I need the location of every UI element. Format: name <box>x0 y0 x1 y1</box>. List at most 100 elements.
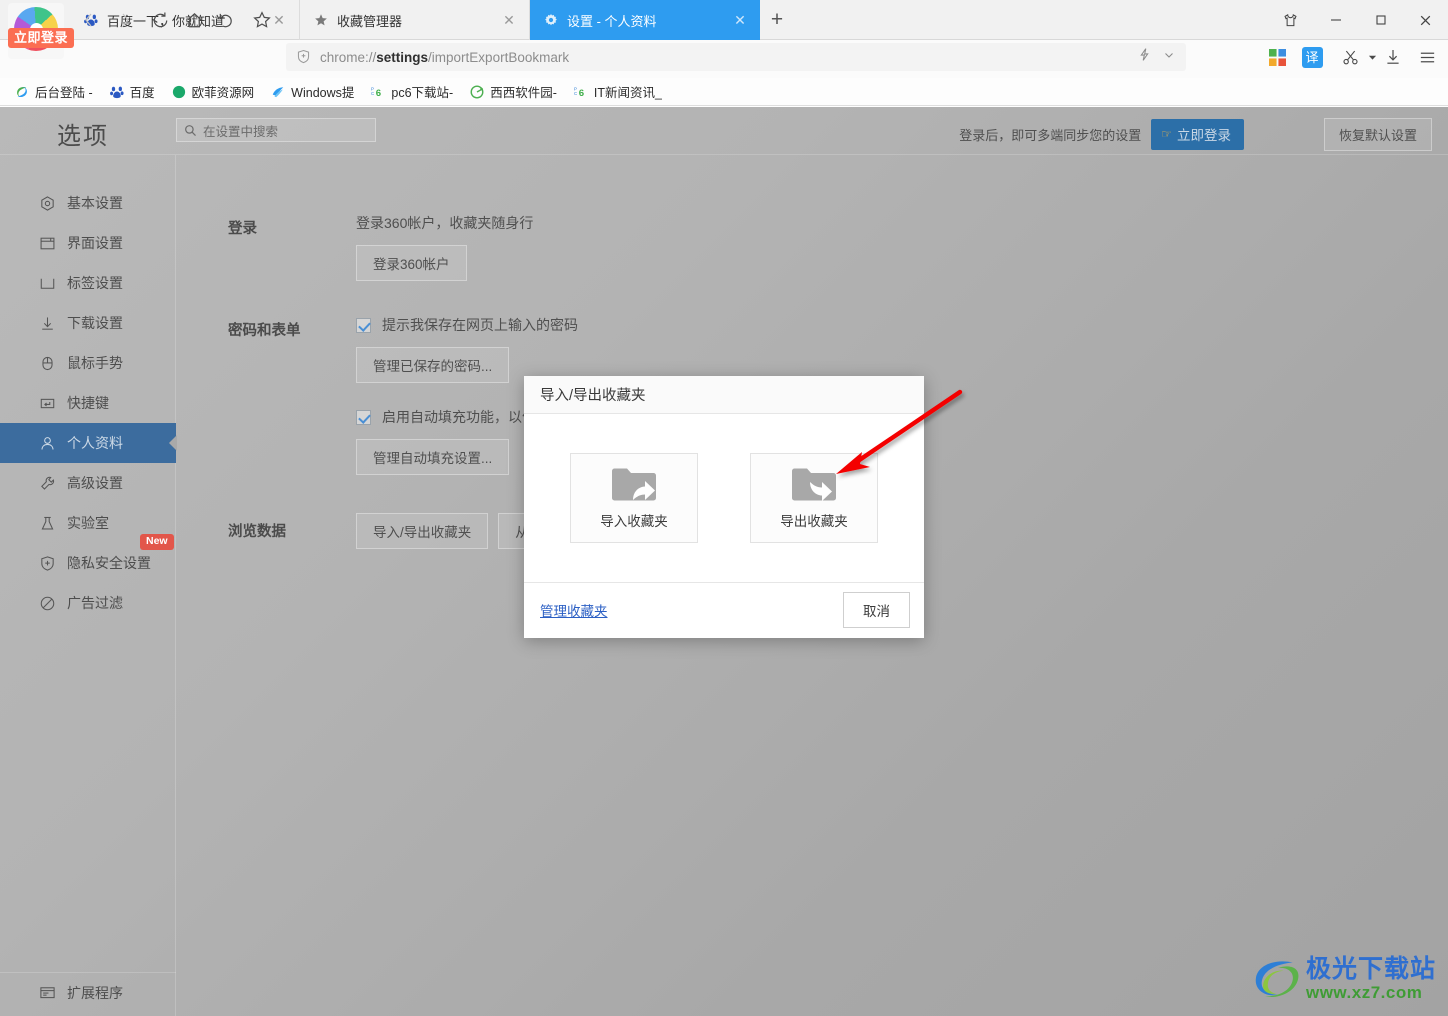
manage-saved-passwords-button[interactable]: 管理已保存的密码... <box>356 347 509 383</box>
menu-icon[interactable] <box>1414 44 1440 70</box>
manage-autofill-settings-button[interactable]: 管理自动填充设置... <box>356 439 509 475</box>
reload-button[interactable] <box>149 9 171 31</box>
shield-plus-icon <box>296 49 312 65</box>
bookmark-star-button[interactable] <box>251 9 273 31</box>
section-login-label: 登录 <box>228 217 257 238</box>
home-button[interactable] <box>183 9 205 31</box>
sidebar-item-2[interactable]: 标签设置 <box>0 263 176 303</box>
checkbox-save-passwords[interactable] <box>356 318 371 333</box>
tab-close-icon[interactable]: ✕ <box>271 12 287 28</box>
reset-defaults-button[interactable]: 恢复默认设置 <box>1324 118 1432 151</box>
checkbox-row-save-passwords[interactable]: 提示我保存在网页上输入的密码 <box>356 315 578 335</box>
settings-header-right: 登录后，即可多端同步您的设置 ☞ 立即登录 恢复默认设置 <box>959 118 1448 151</box>
sidebar-item-label: 高级设置 <box>67 473 123 493</box>
svg-text:C: C <box>371 90 374 95</box>
sidebar-item-label: 鼠标手势 <box>67 353 123 373</box>
mouse-icon <box>38 354 56 372</box>
page-title: 选项 <box>57 116 109 151</box>
sidebar-item-1[interactable]: 界面设置 <box>0 223 176 263</box>
new-badge: New <box>140 534 174 550</box>
keyboard-icon <box>38 394 56 412</box>
gear-icon <box>543 12 559 28</box>
export-bookmarks-label: 导出收藏夹 <box>780 510 848 530</box>
window-icon <box>38 234 56 252</box>
login-badge[interactable]: 立即登录 <box>8 28 74 48</box>
login-360-account-button[interactable]: 登录360帐户 <box>356 245 467 281</box>
flask-icon <box>38 514 56 532</box>
new-tab-button[interactable]: + <box>765 9 789 33</box>
import-export-bookmarks-button[interactable]: 导入/导出收藏夹 <box>356 513 488 549</box>
forward-button[interactable] <box>114 9 136 31</box>
export-bookmarks-choice[interactable]: 导出收藏夹 <box>750 453 878 543</box>
lightning-icon[interactable] <box>1137 47 1152 67</box>
bookmarks-bar: 后台登陆 - 百度欧菲资源网 Windows提 PC6pc6下载站- 西西软件园- PC6… <box>0 78 1448 106</box>
tab-list: 百度一下，你就知道✕收藏管理器✕设置 - 个人资料✕ <box>70 0 760 40</box>
tab-icon <box>38 274 56 292</box>
restore-button[interactable] <box>216 9 238 31</box>
sidebar-item-6[interactable]: 个人资料 <box>0 423 176 463</box>
dialog-cancel-button[interactable]: 取消 <box>843 592 910 628</box>
windows-apps-icon[interactable] <box>1264 44 1290 70</box>
translate-icon[interactable]: 译 <box>1299 44 1325 70</box>
sidebar-item-0[interactable]: 基本设置 <box>0 183 176 223</box>
address-bar[interactable]: chrome://settings/importExportBookmark <box>286 43 1186 71</box>
login-now-button[interactable]: ☞ 立即登录 <box>1151 119 1244 150</box>
sidebar-item-label: 广告过滤 <box>67 593 123 613</box>
bookmark-item-0[interactable]: 后台登陆 - <box>10 80 97 103</box>
browser-tab-2[interactable]: 设置 - 个人资料✕ <box>530 0 760 40</box>
pc6-icon: PC6 <box>370 84 386 100</box>
watermark-url: www.xz7.com <box>1306 984 1436 1001</box>
sidebar-item-5[interactable]: 快捷键 <box>0 383 176 423</box>
sidebar-item-3[interactable]: 下载设置 <box>0 303 176 343</box>
url-text: chrome://settings/importExportBookmark <box>320 50 569 65</box>
svg-text:C: C <box>574 90 577 95</box>
bookmark-item-5[interactable]: 西西软件园- <box>465 80 561 103</box>
back-button[interactable] <box>78 9 100 31</box>
browser-tab-1[interactable]: 收藏管理器✕ <box>300 0 530 40</box>
bookmark-label: 西西软件园- <box>490 82 557 101</box>
skin-tshirt-icon[interactable] <box>1268 0 1313 40</box>
bookmark-item-1[interactable]: 百度 <box>105 80 159 103</box>
sidebar-item-label: 标签设置 <box>67 273 123 293</box>
import-bookmarks-choice[interactable]: 导入收藏夹 <box>570 453 698 543</box>
section-browsing-data-label: 浏览数据 <box>228 520 286 541</box>
sidebar-item-extensions[interactable]: 扩展程序 <box>0 972 176 1006</box>
svg-text:6: 6 <box>579 88 584 99</box>
bookmark-label: 后台登陆 - <box>35 82 93 101</box>
sidebar-item-label: 实验室 <box>67 513 109 533</box>
minimize-icon[interactable] <box>1313 0 1358 40</box>
section-login-description: 登录360帐户，收藏夹随身行 <box>356 213 533 233</box>
bookmark-item-3[interactable]: Windows提 <box>266 80 358 103</box>
bookmark-label: Windows提 <box>291 82 354 101</box>
user-icon <box>38 434 56 452</box>
downloads-icon[interactable] <box>1380 44 1406 70</box>
folder-export-icon <box>790 466 838 504</box>
manage-bookmarks-link[interactable]: 管理收藏夹 <box>540 600 608 620</box>
bookmark-item-4[interactable]: PC6pc6下载站- <box>366 80 457 103</box>
sidebar-item-10[interactable]: 广告过滤 <box>0 583 176 623</box>
extension-icon <box>38 984 56 1002</box>
sidebar-item-label: 隐私安全设置 <box>67 553 151 573</box>
pc6-icon: PC6 <box>573 84 589 100</box>
sidebar-item-label: 个人资料 <box>67 433 123 453</box>
folder-import-icon <box>610 466 658 504</box>
target-icon <box>38 194 56 212</box>
sidebar-item-9[interactable]: 隐私安全设置New <box>0 543 176 583</box>
tab-close-icon[interactable]: ✕ <box>732 12 748 28</box>
chevron-down-icon[interactable] <box>1162 48 1176 67</box>
section-passwords-label: 密码和表单 <box>228 319 301 340</box>
tab-close-icon[interactable]: ✕ <box>501 12 517 28</box>
close-icon[interactable] <box>1403 0 1448 40</box>
bookmark-item-6[interactable]: PC6IT新闻资讯_ <box>569 80 666 103</box>
sync-note: 登录后，即可多端同步您的设置 <box>959 125 1141 144</box>
sidebar-item-label: 快捷键 <box>67 393 109 413</box>
checkbox-autofill-label: 启用自动填充功能，以便 <box>382 407 536 427</box>
sidebar-item-4[interactable]: 鼠标手势 <box>0 343 176 383</box>
maximize-icon[interactable] <box>1358 0 1403 40</box>
bookmark-item-2[interactable]: 欧菲资源网 <box>167 80 259 103</box>
omnibox-right-icons <box>1137 47 1176 67</box>
settings-search-box[interactable]: 在设置中搜索 <box>176 118 376 142</box>
checkbox-autofill[interactable] <box>356 410 371 425</box>
sidebar-item-7[interactable]: 高级设置 <box>0 463 176 503</box>
swirl-icon <box>14 84 30 100</box>
